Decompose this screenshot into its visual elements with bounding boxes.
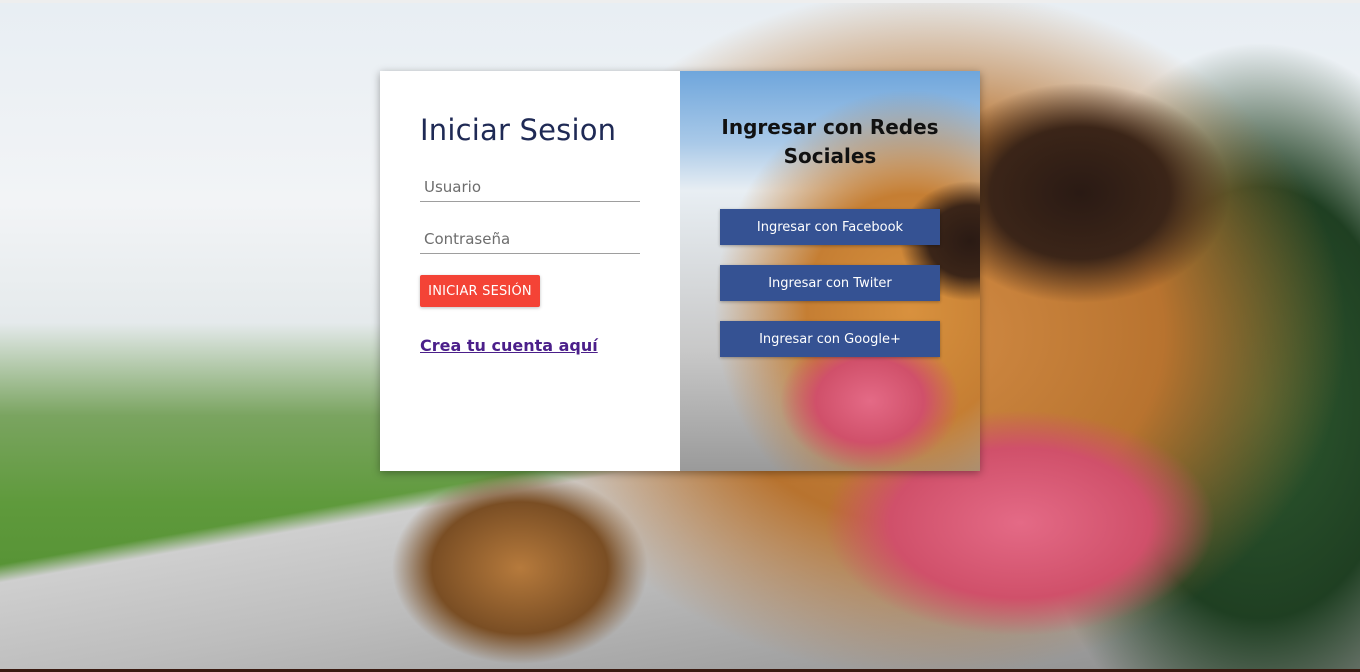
social-login-panel: Ingresar con Redes Sociales Ingresar con… <box>680 71 980 471</box>
password-input[interactable] <box>420 224 640 254</box>
google-login-button[interactable]: Ingresar con Google+ <box>720 321 940 357</box>
username-input[interactable] <box>420 172 640 202</box>
twitter-login-button[interactable]: Ingresar con Twiter <box>720 265 940 301</box>
facebook-login-button[interactable]: Ingresar con Facebook <box>720 209 940 245</box>
create-account-link[interactable]: Crea tu cuenta aquí <box>420 336 598 355</box>
login-panel: Iniciar Sesion INICIAR SESIÓN Crea tu cu… <box>380 71 680 471</box>
social-login-title: Ingresar con Redes Sociales <box>721 115 939 168</box>
login-card: Iniciar Sesion INICIAR SESIÓN Crea tu cu… <box>380 71 980 471</box>
login-title: Iniciar Sesion <box>420 113 617 147</box>
login-button[interactable]: INICIAR SESIÓN <box>420 275 540 307</box>
